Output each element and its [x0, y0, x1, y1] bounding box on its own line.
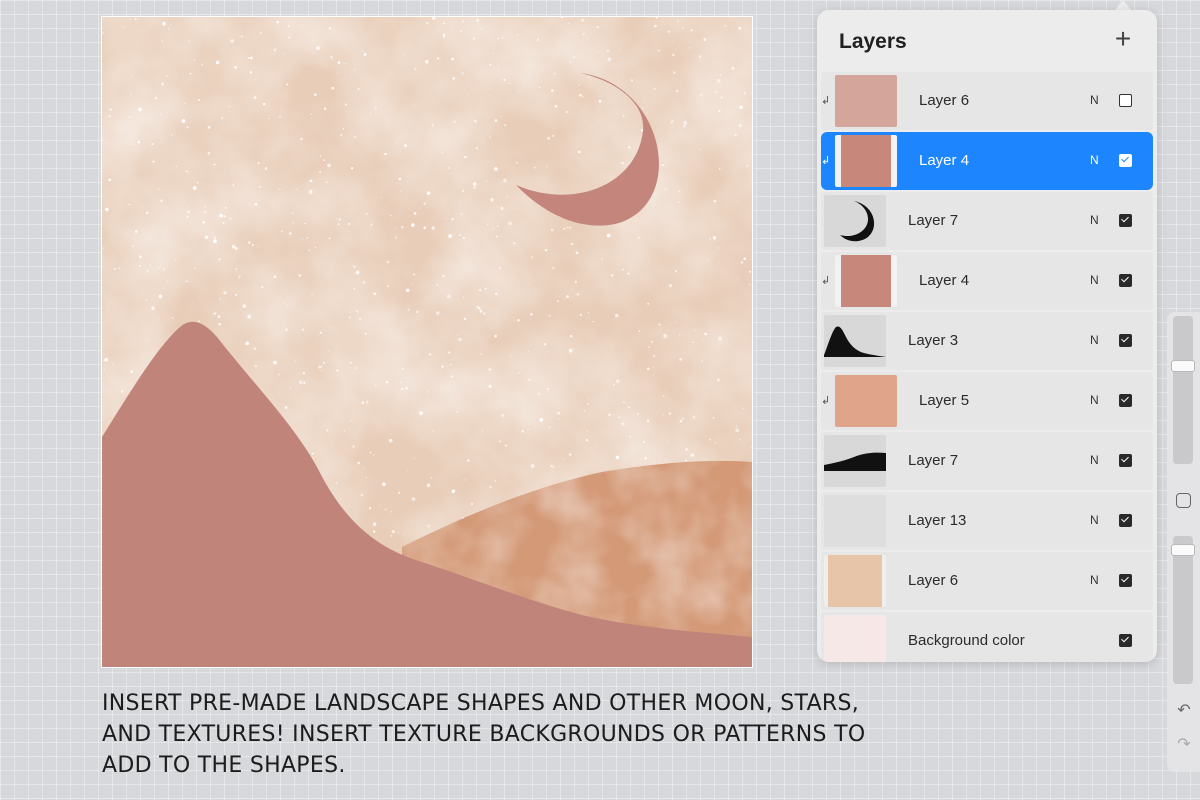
- blend-mode-button[interactable]: N: [1090, 93, 1099, 107]
- undo-button[interactable]: ↶: [1175, 702, 1193, 720]
- layer-row[interactable]: Background color: [821, 612, 1153, 662]
- layer-name: Layer 6: [908, 572, 959, 589]
- layer-thumbnail[interactable]: [824, 615, 886, 662]
- layers-panel: Layers + ↲ Layer 6 N ↲ Layer 4 N Layer 7 N ↲ Laye…: [817, 10, 1157, 662]
- layer-row[interactable]: ↲ Layer 5 N: [821, 372, 1153, 430]
- visibility-checkbox[interactable]: [1119, 634, 1132, 647]
- clipping-mask-icon: ↲: [821, 275, 831, 287]
- layer-name: Layer 6: [919, 92, 970, 109]
- brush-opacity-thumb[interactable]: [1171, 544, 1195, 556]
- layer-name: Layer 4: [919, 272, 970, 289]
- clipping-mask-icon: ↲: [821, 155, 831, 167]
- layer-thumbnail[interactable]: [824, 495, 886, 547]
- tool-sidebar: ↶ ↷: [1167, 312, 1200, 772]
- layer-row[interactable]: ↲ Layer 4 N: [821, 132, 1153, 190]
- layer-row[interactable]: Layer 6 N: [821, 552, 1153, 610]
- layer-name: Layer 5: [919, 392, 970, 409]
- blend-mode-button[interactable]: N: [1090, 333, 1099, 347]
- layer-name: Layer 7: [908, 212, 959, 229]
- artwork-canvas[interactable]: [101, 16, 753, 668]
- redo-icon: ↷: [1177, 736, 1191, 753]
- blend-mode-button[interactable]: N: [1090, 453, 1099, 467]
- visibility-checkbox[interactable]: [1119, 154, 1132, 167]
- add-layer-button[interactable]: +: [1109, 23, 1137, 54]
- blend-mode-button[interactable]: N: [1090, 153, 1099, 167]
- panel-title: Layers: [839, 30, 907, 53]
- layer-name: Layer 13: [908, 512, 967, 529]
- layer-row[interactable]: Layer 7 N: [821, 192, 1153, 250]
- visibility-checkbox[interactable]: [1119, 514, 1132, 527]
- blend-mode-button[interactable]: N: [1090, 573, 1099, 587]
- blend-mode-button[interactable]: N: [1090, 213, 1099, 227]
- brush-size-slider[interactable]: [1171, 316, 1195, 464]
- undo-icon: ↶: [1177, 702, 1191, 719]
- layer-row[interactable]: ↲ Layer 6 N: [821, 72, 1153, 130]
- brush-opacity-slider[interactable]: [1171, 536, 1195, 684]
- caption-text: Insert pre-made landscape shapes and oth…: [102, 691, 866, 778]
- layer-row[interactable]: Layer 7 N: [821, 432, 1153, 490]
- visibility-checkbox[interactable]: [1119, 214, 1132, 227]
- layer-thumbnail[interactable]: [835, 255, 897, 307]
- blend-mode-button[interactable]: N: [1090, 513, 1099, 527]
- layer-thumbnail[interactable]: [835, 375, 897, 427]
- plus-icon: +: [1114, 23, 1132, 54]
- visibility-checkbox[interactable]: [1119, 394, 1132, 407]
- layer-name: Layer 3: [908, 332, 959, 349]
- layer-thumbnail[interactable]: [824, 315, 886, 367]
- layer-row[interactable]: ↲ Layer 4 N: [821, 252, 1153, 310]
- layer-name: Layer 4: [919, 152, 970, 169]
- layer-row[interactable]: Layer 3 N: [821, 312, 1153, 370]
- layer-thumbnail[interactable]: [824, 555, 886, 607]
- visibility-checkbox[interactable]: [1119, 334, 1132, 347]
- layer-name: Layer 7: [908, 452, 959, 469]
- visibility-checkbox[interactable]: [1119, 574, 1132, 587]
- layer-thumbnail[interactable]: [835, 75, 897, 127]
- layer-thumbnail[interactable]: [824, 195, 886, 247]
- brush-size-thumb[interactable]: [1171, 360, 1195, 372]
- blend-mode-button[interactable]: N: [1090, 393, 1099, 407]
- visibility-checkbox[interactable]: [1119, 454, 1132, 467]
- redo-button[interactable]: ↷: [1175, 736, 1193, 754]
- layer-row[interactable]: Layer 13 N: [821, 492, 1153, 550]
- clipping-mask-icon: ↲: [821, 95, 831, 107]
- artwork-illustration: [102, 17, 752, 667]
- layers-list: ↲ Layer 6 N ↲ Layer 4 N Layer 7 N ↲ Layer 4 N Layer…: [821, 72, 1153, 662]
- visibility-checkbox[interactable]: [1119, 274, 1132, 287]
- layer-thumbnail[interactable]: [824, 435, 886, 487]
- blend-mode-button[interactable]: N: [1090, 273, 1099, 287]
- layer-thumbnail[interactable]: [835, 135, 897, 187]
- modify-button[interactable]: [1176, 493, 1191, 508]
- clipping-mask-icon: ↲: [821, 395, 831, 407]
- layer-name: Background color: [908, 632, 1025, 649]
- visibility-checkbox[interactable]: [1119, 94, 1132, 107]
